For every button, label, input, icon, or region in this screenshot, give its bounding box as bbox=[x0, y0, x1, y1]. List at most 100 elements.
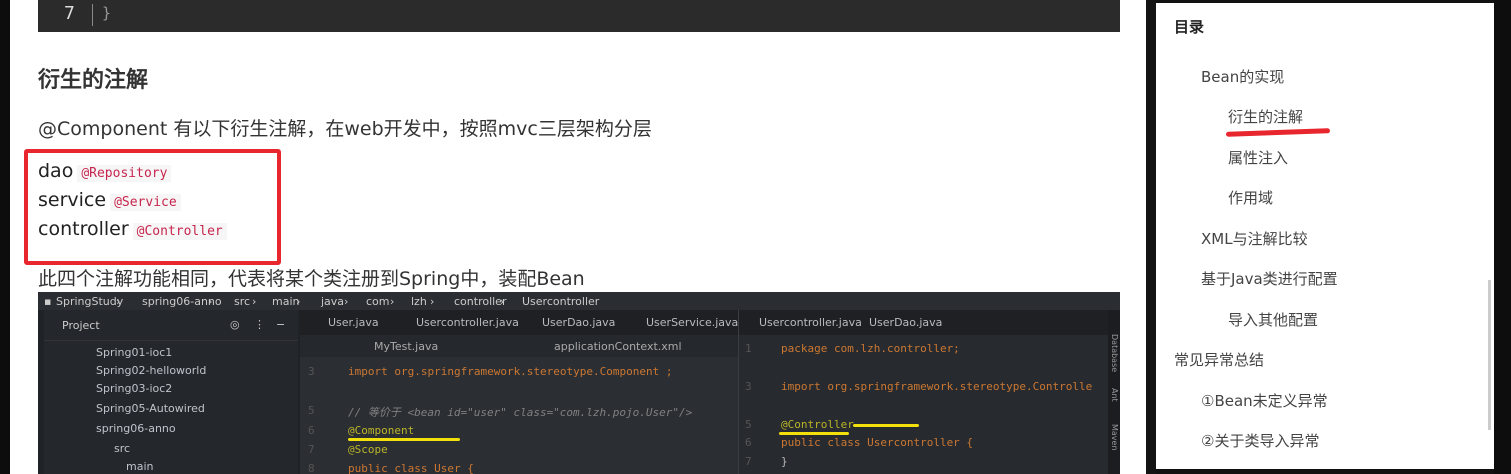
intro-paragraph: @Component 有以下衍生注解，在web开发中，按照mvc三层架构分层 bbox=[38, 118, 652, 140]
editor-tab[interactable]: UserDao.java bbox=[869, 316, 942, 329]
editor-tab[interactable]: UserService.java bbox=[646, 316, 738, 329]
right-background-strip bbox=[1494, 0, 1511, 474]
side-tool-label[interactable]: Database bbox=[1110, 334, 1119, 372]
code-line: @Component bbox=[348, 424, 415, 437]
project-panel-header: Project ◎ ⋮ − bbox=[44, 310, 298, 341]
toc-item[interactable]: 常见异常总结 bbox=[1174, 349, 1264, 370]
editor-tab[interactable]: Usercontroller.java bbox=[416, 316, 519, 329]
target-icon[interactable]: ◎ bbox=[230, 318, 240, 331]
yellow-underline bbox=[853, 424, 919, 427]
code-line: } bbox=[781, 455, 788, 468]
layer-row-dao: dao @Repository bbox=[38, 160, 172, 182]
annotation-code: @Repository bbox=[77, 165, 172, 182]
code-line-number: 7 bbox=[64, 3, 75, 24]
layer-name: dao bbox=[38, 160, 74, 182]
line-number: 7 bbox=[308, 443, 315, 456]
code-line: import org.springframework.stereotype.Co… bbox=[781, 380, 1093, 393]
code-gutter-divider bbox=[92, 4, 93, 26]
toc-item[interactable]: 导入其他配置 bbox=[1228, 309, 1318, 330]
chevron-right-icon: › bbox=[208, 295, 213, 308]
line-number: 8 bbox=[308, 462, 315, 474]
layer-name: service bbox=[38, 189, 107, 211]
toc-item[interactable]: 作用域 bbox=[1228, 187, 1273, 208]
chevron-right-icon: › bbox=[500, 295, 505, 308]
line-number: 7 bbox=[745, 455, 752, 468]
tree-item[interactable]: Spring02-helloworld bbox=[96, 364, 206, 377]
toc-item[interactable]: 属性注入 bbox=[1228, 147, 1288, 168]
tree-item[interactable]: main bbox=[126, 460, 153, 473]
layer-row-controller: controller @Controller bbox=[38, 218, 227, 240]
yellow-underline bbox=[779, 432, 849, 435]
side-tool-label[interactable]: Maven bbox=[1110, 424, 1119, 451]
breadcrumb-item: SpringStudy bbox=[56, 295, 124, 308]
tree-item[interactable]: spring06-anno bbox=[96, 422, 176, 435]
ide-screenshot: ▪ SpringStudy › spring06-anno › src › ma… bbox=[38, 292, 1120, 474]
editor-tab-bar: Usercontroller.java UserDao.java bbox=[739, 310, 1109, 335]
toc-item[interactable]: XML与注解比较 bbox=[1201, 228, 1308, 249]
ide-breadcrumb: ▪ SpringStudy › spring06-anno › src › ma… bbox=[38, 292, 1120, 310]
breadcrumb-item: controller bbox=[454, 295, 507, 308]
settings-icon[interactable]: ⋮ bbox=[254, 318, 265, 331]
editor-tab[interactable]: MyTest.java bbox=[374, 340, 438, 353]
chevron-right-icon: › bbox=[344, 295, 349, 308]
project-label[interactable]: Project bbox=[62, 319, 100, 332]
yellow-underline bbox=[348, 438, 460, 441]
line-number: 1 bbox=[745, 342, 752, 355]
chevron-right-icon: › bbox=[116, 295, 121, 308]
line-number: 3 bbox=[308, 365, 315, 378]
line-number: 6 bbox=[745, 436, 752, 449]
ide-right-toolbar: Database Ant Maven bbox=[1108, 310, 1120, 474]
left-background-strip bbox=[0, 0, 10, 474]
line-number: 5 bbox=[745, 418, 752, 431]
toc-scrollbar[interactable] bbox=[1488, 280, 1491, 430]
code-line-text: } bbox=[102, 4, 112, 22]
editor-tab[interactable]: Usercontroller.java bbox=[759, 316, 862, 329]
minimize-icon[interactable]: − bbox=[276, 318, 285, 331]
section-heading: 衍生的注解 bbox=[38, 68, 149, 93]
toc-item[interactable]: ②关于类导入异常 bbox=[1201, 430, 1319, 451]
tree-item[interactable]: Spring01-ioc1 bbox=[96, 346, 172, 359]
tree-item[interactable]: Spring03-ioc2 bbox=[96, 382, 172, 395]
breadcrumb-item: Usercontroller bbox=[522, 295, 600, 308]
column-gap bbox=[1146, 0, 1156, 474]
annotation-code: @Controller bbox=[132, 223, 227, 240]
editor-tab[interactable]: User.java bbox=[328, 316, 379, 329]
tree-item[interactable]: Spring05-Autowired bbox=[96, 402, 205, 415]
project-panel: Project ◎ ⋮ − Spring01-ioc1 Spring02-hel… bbox=[44, 310, 298, 474]
tree-item[interactable]: src bbox=[114, 442, 130, 455]
code-line: @Scope bbox=[348, 443, 388, 456]
breadcrumb-item: src bbox=[234, 295, 251, 308]
code-line: // 等价于 <bean id="user" class="com.lzh.po… bbox=[348, 406, 693, 419]
toc-item-active[interactable]: 衍生的注解 bbox=[1228, 106, 1303, 127]
breadcrumb-item: lzh bbox=[411, 295, 427, 308]
code-line: public class User { bbox=[348, 462, 474, 474]
code-line: import org.springframework.stereotype.Co… bbox=[348, 365, 673, 378]
toc-item[interactable]: 基于Java类进行配置 bbox=[1201, 268, 1338, 289]
code-line: public class Usercontroller { bbox=[781, 436, 974, 449]
line-number: 6 bbox=[308, 424, 315, 437]
line-number: 3 bbox=[745, 380, 752, 393]
editor-left: User.java Usercontroller.java UserDao.ja… bbox=[300, 310, 738, 474]
breadcrumb-item: com bbox=[366, 295, 390, 308]
editor-tab[interactable]: applicationContext.xml bbox=[554, 340, 682, 353]
layer-row-service: service @Service bbox=[38, 189, 181, 211]
code-line: package com.lzh.controller; bbox=[781, 342, 960, 355]
editor-right: Usercontroller.java UserDao.java 1 packa… bbox=[738, 310, 1109, 474]
toc-panel: 目录 Bean的实现 衍生的注解 属性注入 作用域 XML与注解比较 基于Jav… bbox=[1156, 3, 1494, 469]
annotation-code: @Service bbox=[110, 194, 181, 211]
chevron-right-icon: › bbox=[252, 295, 257, 308]
editor-subtab-bar: MyTest.java applicationContext.xml bbox=[300, 335, 738, 357]
chevron-right-icon: › bbox=[390, 295, 395, 308]
toc-item[interactable]: ①Bean未定义异常 bbox=[1201, 390, 1328, 411]
summary-paragraph: 此四个注解功能相同，代表将某个类注册到Spring中，装配Bean bbox=[38, 268, 585, 290]
chevron-right-icon: › bbox=[430, 295, 435, 308]
chevron-right-icon: › bbox=[296, 295, 301, 308]
folder-icon: ▪ bbox=[44, 295, 52, 308]
editor-tab[interactable]: UserDao.java bbox=[542, 316, 615, 329]
toc-item[interactable]: Bean的实现 bbox=[1201, 66, 1284, 87]
line-number: 5 bbox=[308, 404, 315, 417]
side-tool-label[interactable]: Ant bbox=[1110, 388, 1119, 402]
red-underline-mark bbox=[1225, 128, 1331, 137]
code-block-tail: 7 } bbox=[38, 0, 1120, 32]
layer-name: controller bbox=[38, 218, 129, 240]
